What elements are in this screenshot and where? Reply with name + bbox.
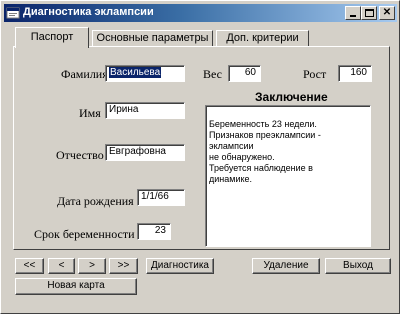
last-record-button[interactable]: >> [109, 258, 138, 274]
new-card-button[interactable]: Новая карта [15, 278, 137, 295]
diagnostics-button[interactable]: Диагностика [146, 258, 214, 274]
close-button[interactable]: ✕ [379, 6, 395, 20]
title-bar[interactable]: Диагностика эклампсии ✕ [4, 4, 397, 22]
maximize-icon [365, 9, 374, 17]
minimize-icon [350, 15, 356, 17]
prev-record-button[interactable]: < [48, 258, 75, 274]
tab-extra-criteria[interactable]: Доп. критерии [216, 30, 309, 47]
minimize-button[interactable] [345, 6, 361, 20]
app-icon [6, 7, 20, 19]
tab-passport[interactable]: Паспорт [15, 27, 89, 48]
window-title: Диагностика эклампсии [23, 6, 154, 18]
tab-main-parameters[interactable]: Основные параметры [92, 30, 213, 47]
next-record-button[interactable]: > [78, 258, 106, 274]
close-icon: ✕ [382, 7, 392, 18]
delete-button[interactable]: Удаление [252, 258, 320, 274]
exit-button[interactable]: Выход [325, 258, 391, 274]
tab-panel [13, 46, 390, 250]
maximize-button[interactable] [361, 6, 377, 20]
first-record-button[interactable]: << [15, 258, 44, 274]
application-window: Диагностика эклампсии ✕ Паспорт Основные… [0, 0, 400, 314]
